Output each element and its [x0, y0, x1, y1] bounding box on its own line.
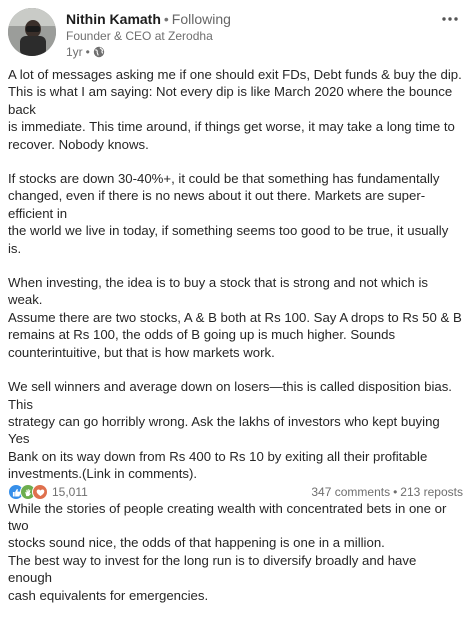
- engagement-stats: 347 comments • 213 reposts: [311, 485, 463, 499]
- stats-separator: •: [393, 485, 398, 499]
- heart-icon: [32, 484, 48, 500]
- post-time-line: 1yr •: [66, 44, 426, 60]
- post-time: 1yr: [66, 45, 83, 59]
- post-paragraph-3: When investing, the idea is to buy a sto…: [8, 275, 462, 360]
- author-headline: Founder & CEO at Zerodha: [66, 29, 213, 43]
- follow-separator: •: [163, 11, 169, 27]
- post-paragraph-4: We sell winners and average down on lose…: [8, 379, 452, 482]
- linkedin-post: Nithin Kamath • Following Founder & CEO at…: [0, 0, 471, 603]
- globe-icon: [93, 46, 105, 58]
- post-body: A lot of messages asking me if one shoul…: [8, 66, 463, 621]
- comments-count[interactable]: 347 comments: [311, 485, 390, 499]
- author-name[interactable]: Nithin Kamath: [66, 11, 161, 27]
- post-paragraph-1: A lot of messages asking me if one shoul…: [8, 67, 462, 152]
- avatar[interactable]: [8, 8, 56, 56]
- author-name-line: Nithin Kamath • Following: [66, 11, 426, 27]
- reactions-summary[interactable]: 15,011: [8, 484, 88, 500]
- post-paragraph-5: While the stories of people creating wea…: [8, 500, 447, 603]
- post-paragraph-2: If stocks are down 30-40%+, it could be …: [8, 171, 449, 256]
- social-counts: 15,011 347 comments • 213 reposts: [8, 484, 463, 502]
- more-options-button[interactable]: [439, 10, 461, 28]
- avatar-image: [8, 8, 56, 56]
- reaction-count: 15,011: [52, 485, 88, 499]
- time-separator: •: [85, 45, 90, 59]
- author-meta: Nithin Kamath • Following Founder & CEO at…: [66, 11, 426, 60]
- post-header: Nithin Kamath • Following Founder & CEO at…: [8, 8, 463, 60]
- follow-status[interactable]: Following: [172, 11, 231, 27]
- more-horizontal-icon: [442, 17, 458, 21]
- reposts-count[interactable]: 213 reposts: [400, 485, 463, 499]
